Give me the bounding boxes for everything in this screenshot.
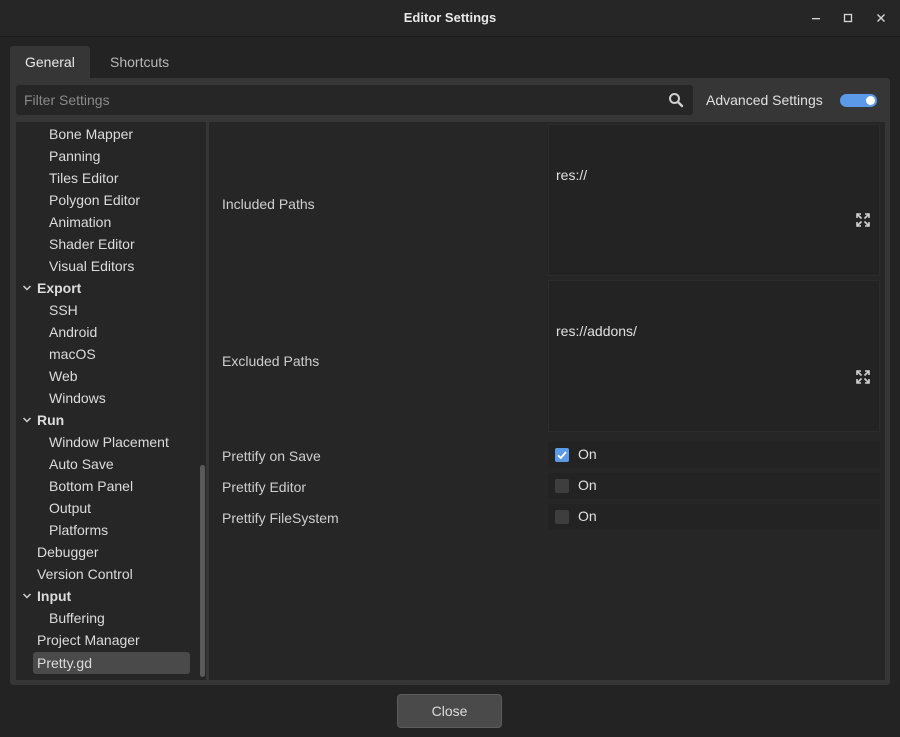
expand-icon[interactable] [855,212,871,228]
included-paths-label: Included Paths [222,196,315,212]
title-bar: Editor Settings [0,0,900,37]
checkmark-icon [557,451,567,460]
advanced-settings-label: Advanced Settings [706,92,823,108]
prettify-editor-row: On [548,473,880,499]
close-icon [877,14,885,22]
tree-item-buffering[interactable]: Buffering [16,607,200,629]
prettify-editor-value[interactable]: On [578,477,597,493]
prettify-filesystem-checkbox[interactable] [555,510,569,524]
included-paths-value[interactable]: res:// [556,167,587,183]
prettify-filesystem-value[interactable]: On [578,508,597,524]
minimize-icon [812,18,820,20]
chevron-down-icon [22,417,32,423]
tree-section-run[interactable]: Run [16,409,200,431]
excluded-paths-array[interactable]: res://addons/ [548,280,880,432]
filter-field [16,85,693,115]
settings-inspector: Included Paths res:// Excluded Paths res… [209,122,885,680]
chevron-down-icon [22,285,32,291]
tree-section-label: Input [37,588,72,604]
tree-item-macos[interactable]: macOS [16,343,200,365]
tree-scrollbar[interactable] [200,465,205,677]
search-icon [669,93,684,108]
tree-item-polygon-editor[interactable]: Polygon Editor [16,189,200,211]
tree-section-label: Export [37,280,82,296]
tree-item-web[interactable]: Web [16,365,200,387]
close-window-button[interactable] [870,7,892,29]
tree-item-debugger[interactable]: Debugger [16,541,200,563]
prettify-on-save-row: On [548,442,880,468]
tree-item-auto-save[interactable]: Auto Save [16,453,200,475]
tree-item-pretty-gd[interactable]: Pretty.gd [33,652,190,674]
tree-item-version-control[interactable]: Version Control [16,563,200,585]
tree-item-project-manager[interactable]: Project Manager [16,629,200,651]
excluded-paths-label: Excluded Paths [222,353,320,369]
window-title: Editor Settings [403,10,497,25]
prettify-editor-checkbox[interactable] [555,479,569,493]
tree-section-export[interactable]: Export [16,277,200,299]
tree-item-bottom-panel[interactable]: Bottom Panel [16,475,200,497]
included-paths-array[interactable]: res:// [548,124,880,276]
toggle-knob [866,96,875,105]
tree-item-ssh[interactable]: SSH [16,299,200,321]
tab-shortcuts[interactable]: Shortcuts [95,46,184,78]
prettify-filesystem-label: Prettify FileSystem [222,510,339,526]
filter-settings-input[interactable] [16,85,656,115]
maximize-icon [843,13,853,23]
tree-item-windows[interactable]: Windows [16,387,200,409]
prettify-on-save-value[interactable]: On [578,446,597,462]
prettify-on-save-label: Prettify on Save [222,448,321,464]
tree-item-output[interactable]: Output [16,497,200,519]
tree-item-tiles-editor[interactable]: Tiles Editor [16,167,200,189]
excluded-paths-value[interactable]: res://addons/ [556,323,637,339]
tree-item-window-placement[interactable]: Window Placement [16,431,200,453]
tree-section-label: Run [37,412,65,428]
tree-item-bone-mapper[interactable]: Bone Mapper [16,123,200,145]
prettify-filesystem-row: On [548,504,880,530]
tree-item-animation[interactable]: Animation [16,211,200,233]
close-button[interactable]: Close [397,694,502,728]
chevron-down-icon [22,593,32,599]
settings-panel: Advanced Settings Bone Mapper Panning Ti… [10,78,890,685]
maximize-button[interactable] [837,7,859,29]
tree-item-platforms[interactable]: Platforms [16,519,200,541]
prettify-on-save-checkbox[interactable] [555,448,569,462]
expand-icon[interactable] [855,369,871,385]
tree-item-visual-editors[interactable]: Visual Editors [16,255,200,277]
settings-tree: Bone Mapper Panning Tiles Editor Polygon… [16,122,206,680]
tree-item-shader-editor[interactable]: Shader Editor [16,233,200,255]
prettify-editor-label: Prettify Editor [222,479,307,495]
advanced-settings-toggle[interactable] [840,94,877,107]
tree-item-android[interactable]: Android [16,321,200,343]
tab-general[interactable]: General [10,46,90,78]
minimize-button[interactable] [805,7,827,29]
tree-item-panning[interactable]: Panning [16,145,200,167]
tree-section-input[interactable]: Input [16,585,200,607]
